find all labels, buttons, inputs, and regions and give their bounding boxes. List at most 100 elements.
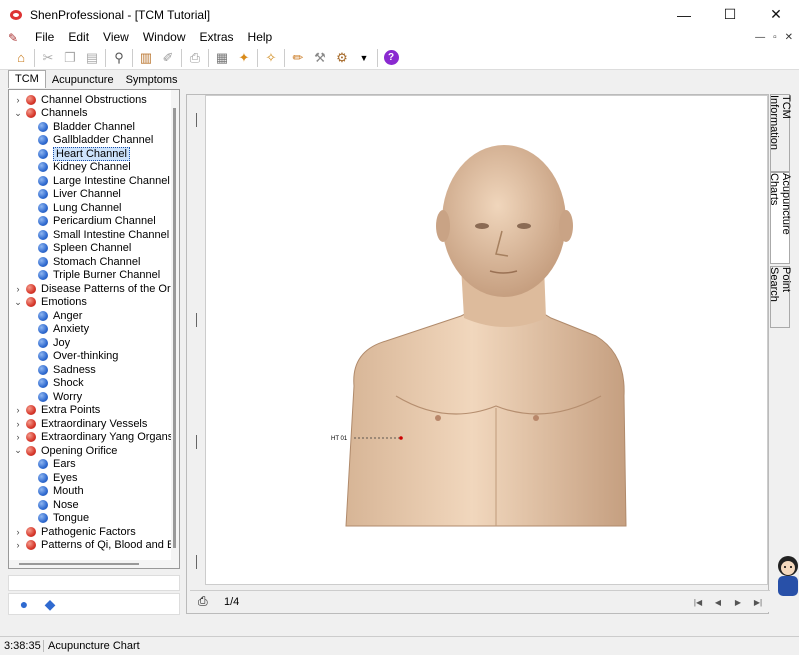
tab-symptoms[interactable]: Symptoms xyxy=(120,72,184,88)
copy-icon[interactable]: ❐ xyxy=(59,47,81,69)
book-icon[interactable]: ◆ xyxy=(41,595,59,613)
chevron-right-icon[interactable]: › xyxy=(13,540,23,550)
acupuncture-chart-canvas[interactable]: HT 01 xyxy=(205,95,768,585)
edit-icon[interactable]: ✐ xyxy=(157,47,179,69)
tree-item[interactable]: Over-thinking xyxy=(35,350,118,363)
chevron-down-icon[interactable]: ▼ xyxy=(353,47,375,69)
chevron-right-icon[interactable]: › xyxy=(13,284,23,294)
find-icon[interactable]: ⚲ xyxy=(108,47,130,69)
last-page-button[interactable]: ▶| xyxy=(750,594,766,610)
mdi-minimize-button[interactable]: — xyxy=(755,29,765,46)
tree-item[interactable]: Small Intestine Channel xyxy=(35,228,169,241)
tree-item[interactable]: Ears xyxy=(35,458,76,471)
next-page-button[interactable]: ▶ xyxy=(730,594,746,610)
tree-item[interactable]: Pericardium Channel xyxy=(35,215,156,228)
tree-item[interactable]: Large Intestine Channel xyxy=(35,174,170,187)
mdi-restore-button[interactable]: ▫ xyxy=(773,29,777,46)
document-icon[interactable]: ✎ xyxy=(8,31,24,45)
chevron-down-icon[interactable]: ⌄ xyxy=(13,108,23,119)
chevron-right-icon[interactable]: › xyxy=(13,432,23,442)
tree-item[interactable]: Liver Channel xyxy=(35,188,121,201)
print-icon[interactable]: ⎙ xyxy=(184,47,206,69)
first-page-button[interactable]: |◀ xyxy=(690,594,706,610)
tree-vertical-scrollbar[interactable] xyxy=(171,90,179,568)
brush-icon[interactable]: ✏ xyxy=(287,47,309,69)
chevron-down-icon[interactable]: ⌄ xyxy=(13,445,23,456)
tab-point-search[interactable]: Point Search xyxy=(768,266,792,328)
tree-item[interactable]: Sadness xyxy=(35,363,96,376)
chevron-right-icon[interactable]: › xyxy=(13,95,23,105)
tab-acupuncture-charts[interactable]: Acupuncture Charts xyxy=(768,172,792,264)
chart-icon[interactable]: ✦ xyxy=(233,47,255,69)
book-icon[interactable]: ▥ xyxy=(135,47,157,69)
chevron-right-icon[interactable]: › xyxy=(13,527,23,537)
tree-category[interactable]: ⌄ Channels xyxy=(13,107,87,120)
point-label[interactable]: HT 01 xyxy=(331,436,348,442)
scroll-thumb[interactable] xyxy=(19,563,139,565)
tree-category[interactable]: › Channel Obstructions xyxy=(13,93,147,106)
settings-icon[interactable]: ⚙ xyxy=(331,47,353,69)
menu-help[interactable]: Help xyxy=(241,29,280,46)
star-icon[interactable]: ✧ xyxy=(260,47,282,69)
tree-item[interactable]: Bladder Channel xyxy=(35,120,135,133)
tools-icon[interactable]: ⚒ xyxy=(309,47,331,69)
paste-icon[interactable]: ▤ xyxy=(81,47,103,69)
tree-item[interactable]: Shock xyxy=(35,377,84,390)
previous-page-button[interactable]: ◀ xyxy=(710,594,726,610)
menu-extras[interactable]: Extras xyxy=(193,29,241,46)
app-logo-icon xyxy=(8,7,24,23)
chevron-right-icon[interactable]: › xyxy=(13,419,23,429)
tree-category[interactable]: › Pathogenic Factors xyxy=(13,525,136,538)
tree-category[interactable]: › Extraordinary Vessels xyxy=(13,417,148,430)
tree-item[interactable]: Triple Burner Channel xyxy=(35,269,160,282)
tree-panel[interactable]: › Channel Obstructions ⌄ Channels Bladder Ch… xyxy=(8,89,180,569)
tree-item-label: Tongue xyxy=(53,512,90,524)
help-icon[interactable]: ? xyxy=(380,47,402,69)
tab-tcm-information[interactable]: TCM Information xyxy=(768,94,792,172)
home-icon[interactable]: ⌂ xyxy=(10,47,32,69)
scroll-thumb[interactable] xyxy=(173,108,176,548)
tree-category[interactable]: ⌄ Emotions xyxy=(13,296,87,309)
maximize-button[interactable]: ☐ xyxy=(707,0,753,29)
tree-item[interactable]: Worry xyxy=(35,390,82,403)
ruler-mark xyxy=(196,113,197,127)
mdi-close-button[interactable]: ✕ xyxy=(785,29,793,46)
tree-search-input[interactable] xyxy=(8,575,180,591)
tab-acupuncture[interactable]: Acupuncture xyxy=(46,72,120,88)
tree-item[interactable]: Tongue xyxy=(35,512,89,525)
menu-edit[interactable]: Edit xyxy=(61,29,96,46)
tree-item[interactable]: Heart Channel xyxy=(35,146,130,161)
tree-item[interactable]: Anxiety xyxy=(35,323,89,336)
menu-file[interactable]: File xyxy=(28,29,61,46)
body-illustration: HT 01 xyxy=(331,145,627,527)
calendar-icon[interactable]: ▦ xyxy=(211,47,233,69)
tree-item[interactable]: Mouth xyxy=(35,485,84,498)
tree-category[interactable]: › Extraordinary Yang Organs xyxy=(13,431,174,444)
chevron-down-icon[interactable]: ⌄ xyxy=(13,297,23,308)
tree-category[interactable]: › Disease Patterns of the Orga xyxy=(13,282,180,295)
chevron-right-icon[interactable]: › xyxy=(13,405,23,415)
menu-view[interactable]: View xyxy=(96,29,136,46)
tree-item[interactable]: Gallbladder Channel xyxy=(35,134,153,147)
tree-item[interactable]: Lung Channel xyxy=(35,201,122,214)
cut-icon[interactable]: ✂ xyxy=(37,47,59,69)
tree-horizontal-scrollbar[interactable] xyxy=(9,560,179,568)
tree-category[interactable]: ⌄ Opening Orifice xyxy=(13,444,117,457)
acupoint-marker[interactable] xyxy=(399,436,403,440)
tab-tcm[interactable]: TCM xyxy=(8,70,46,88)
menu-window[interactable]: Window xyxy=(136,29,193,46)
tree-item[interactable]: Eyes xyxy=(35,471,77,484)
tree-item[interactable]: Nose xyxy=(35,498,79,511)
printer-icon[interactable]: ⎙ xyxy=(198,594,218,610)
tree-item[interactable]: Spleen Channel xyxy=(35,242,131,255)
user-icon[interactable]: ● xyxy=(15,595,33,613)
tree-item[interactable]: Kidney Channel xyxy=(35,161,131,174)
tree-category[interactable]: › Patterns of Qi, Blood and Boc xyxy=(13,539,180,552)
tree-category[interactable]: › Extra Points xyxy=(13,404,101,417)
tree-item[interactable]: Anger xyxy=(35,309,82,322)
close-button[interactable]: ✕ xyxy=(753,0,799,29)
tree-item[interactable]: Joy xyxy=(35,336,70,349)
tree-item[interactable]: Stomach Channel xyxy=(35,255,140,268)
blue-ball-icon xyxy=(38,121,48,132)
minimize-button[interactable]: — xyxy=(661,0,707,29)
